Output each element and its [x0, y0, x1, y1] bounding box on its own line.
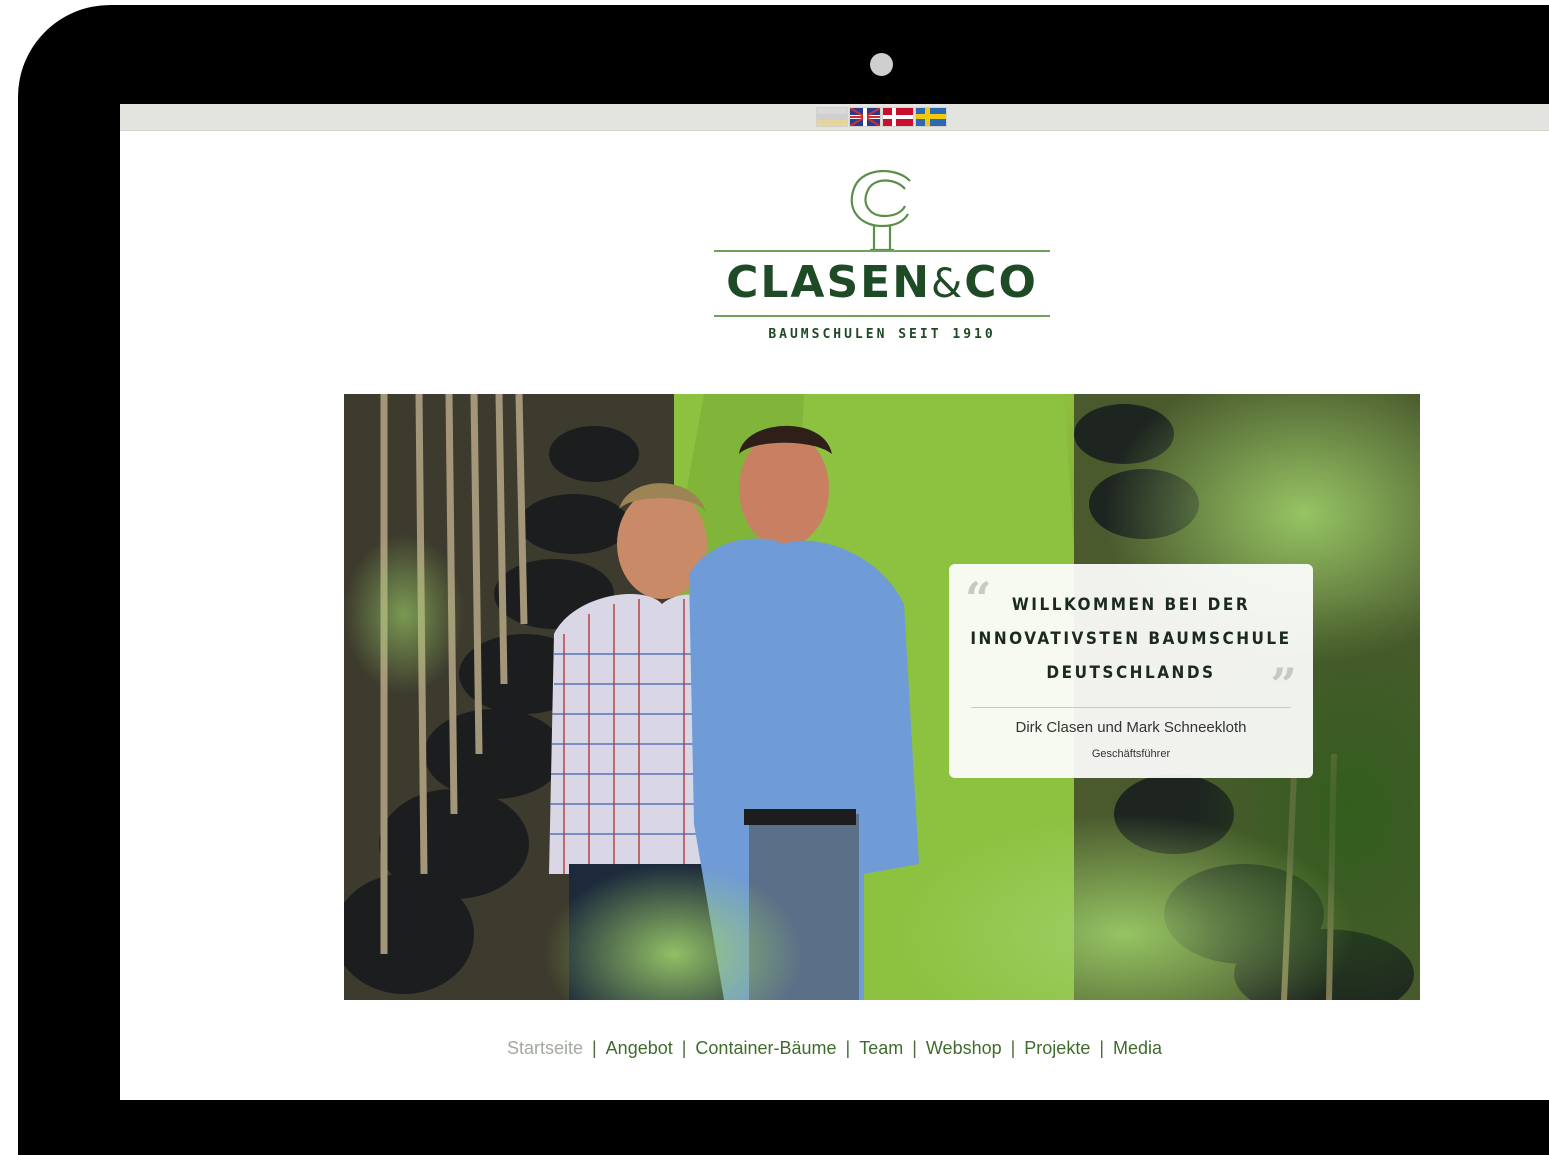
site-logo[interactable]: CLASEN&CO BAUMSCHULEN SEIT 1910: [714, 164, 1050, 354]
dk-flag-icon[interactable]: [883, 108, 913, 126]
nav-item-webshop[interactable]: Webshop: [926, 1038, 1002, 1058]
welcome-quote-card: “ WILLKOMMEN BEI DER INNOVATIVSTEN BAUMS…: [949, 564, 1313, 778]
hero-image: “ WILLKOMMEN BEI DER INNOVATIVSTEN BAUMS…: [344, 394, 1420, 1000]
se-flag-icon[interactable]: [916, 108, 946, 126]
quote-role: Geschäftsführer: [1091, 748, 1171, 760]
logo-tagline: BAUMSCHULEN SEIT 1910: [768, 327, 996, 342]
logo-wordmark: CLASEN&CO: [726, 257, 1038, 308]
quote-line: WILLKOMMEN BEI DER: [1011, 595, 1251, 615]
language-bar: [120, 104, 1549, 131]
tree-c-logo-icon: [850, 169, 911, 252]
nav-item-startseite[interactable]: Startseite: [507, 1038, 583, 1058]
language-switcher: [817, 108, 946, 126]
quote-divider: [971, 707, 1291, 708]
welcome-quote: WILLKOMMEN BEI DER INNOVATIVSTEN BAUMSCH…: [967, 588, 1295, 690]
nav-separator: |: [1099, 1038, 1105, 1058]
camera-icon: [870, 53, 893, 76]
quote-author: Dirk Clasen und Mark Schneekloth: [1015, 719, 1247, 736]
nav-separator: |: [912, 1038, 917, 1058]
quote-close-icon: ”: [1270, 658, 1297, 712]
logo-rule-bottom: [714, 315, 1050, 317]
nav-item-container-baeume[interactable]: Container-Bäume: [695, 1038, 836, 1058]
de-flag-icon[interactable]: [817, 108, 847, 126]
nav-item-angebot[interactable]: Angebot: [606, 1038, 673, 1058]
nav-separator: |: [681, 1038, 687, 1058]
quote-line: DEUTSCHLANDS: [1046, 663, 1216, 683]
nav-item-projekte[interactable]: Projekte: [1024, 1038, 1090, 1058]
nav-item-team[interactable]: Team: [859, 1038, 903, 1058]
nav-separator: |: [1010, 1038, 1016, 1058]
browser-screen: CLASEN&CO BAUMSCHULEN SEIT 1910 “ WILLKO…: [120, 104, 1549, 1100]
nav-item-media[interactable]: Media: [1113, 1038, 1162, 1058]
nav-separator: |: [845, 1038, 851, 1058]
nav-separator: |: [591, 1038, 597, 1058]
main-nav: Startseite | Angebot | Container-Bäume | Team |…: [120, 1038, 1549, 1059]
logo-rule-top: [714, 250, 1050, 252]
gb-flag-icon[interactable]: [850, 108, 880, 126]
quote-line: INNOVATIVSTEN BAUMSCHULE: [970, 629, 1292, 649]
